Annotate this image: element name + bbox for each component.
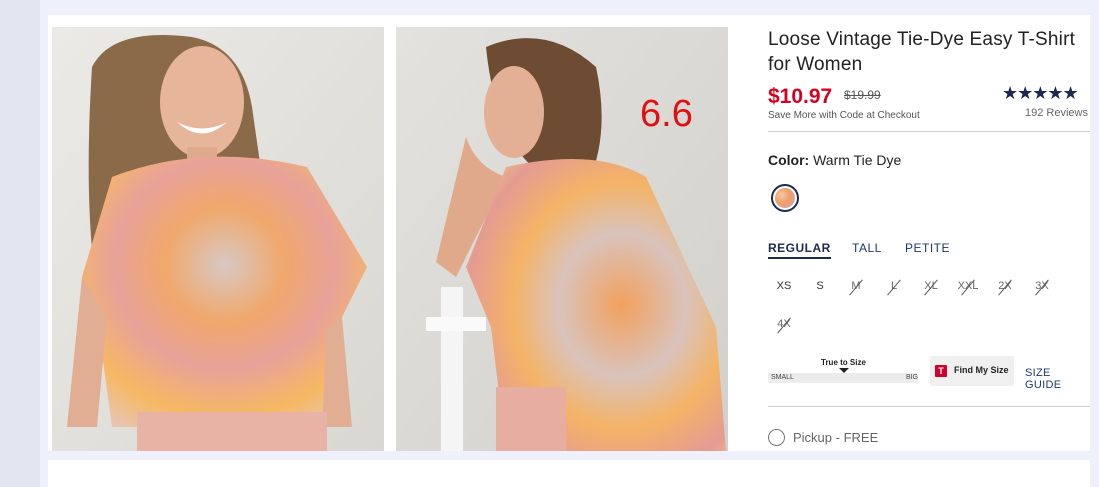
size-4x-unavailable[interactable]: 4X — [769, 318, 799, 330]
reviews-link[interactable]: 192 Reviews — [1025, 107, 1088, 119]
pickup-radio[interactable] — [768, 429, 785, 446]
pickup-label: Pickup - FREE — [793, 430, 879, 445]
color-label-key: Color: — [768, 152, 810, 168]
size-3x-unavailable[interactable]: 3X — [1027, 280, 1057, 292]
size-l-unavailable[interactable]: L — [879, 280, 909, 292]
size-s[interactable]: S — [805, 280, 835, 292]
size-xxl-unavailable[interactable]: XXL — [953, 280, 983, 292]
fit-scale-max-label: BIG — [905, 374, 918, 381]
tab-petite[interactable]: PETITE — [905, 241, 950, 255]
tab-tall[interactable]: TALL — [852, 241, 882, 255]
fit-scale-min-label: SMALL — [771, 374, 794, 381]
color-label: Color: Warm Tie Dye — [768, 152, 901, 168]
fit-scale: True to Size SMALL BIG — [768, 358, 920, 388]
rating-stars[interactable]: ★★★★★ — [1002, 83, 1079, 104]
photo-front-illustration — [52, 27, 384, 451]
promo-text: Save More with Code at Checkout — [768, 110, 920, 121]
size-guide-link[interactable]: SIZE GUIDE — [1025, 367, 1090, 391]
find-my-size-label: Find My Size — [954, 365, 1009, 375]
product-title: Loose Vintage Tie-Dye Easy T-Shirt for W… — [768, 29, 1076, 75]
divider — [768, 131, 1090, 132]
left-margin — [0, 0, 40, 487]
overlay-number-label: 6.6 — [640, 93, 693, 135]
size-2x-unavailable[interactable]: 2X — [990, 280, 1020, 292]
size-xl-unavailable[interactable]: XL — [916, 280, 946, 292]
photo-side-illustration — [396, 27, 728, 451]
original-price: $19.99 — [844, 88, 881, 102]
truefit-logo-icon: T — [935, 365, 947, 377]
product-card: 6.6 Loose Vintage Tie-Dye Easy T-Shirt f… — [48, 15, 1090, 451]
color-swatch-warm-tie-dye[interactable] — [771, 184, 799, 212]
product-info-panel: Loose Vintage Tie-Dye Easy T-Shirt for W… — [768, 15, 1090, 451]
bottom-panel — [48, 460, 1090, 487]
find-my-size-button[interactable]: T Find My Size — [930, 356, 1014, 386]
swatch-fill — [775, 188, 795, 208]
size-m-unavailable[interactable]: M — [841, 280, 871, 292]
tab-regular[interactable]: REGULAR — [768, 241, 831, 259]
fit-scale-title: True to Size — [821, 358, 866, 367]
divider — [768, 406, 1090, 407]
sale-price: $10.97 — [768, 85, 833, 108]
size-xs[interactable]: XS — [769, 280, 799, 292]
product-photo-side[interactable] — [396, 27, 728, 451]
product-photo-front[interactable] — [52, 27, 384, 451]
color-value: Warm Tie Dye — [813, 152, 902, 168]
